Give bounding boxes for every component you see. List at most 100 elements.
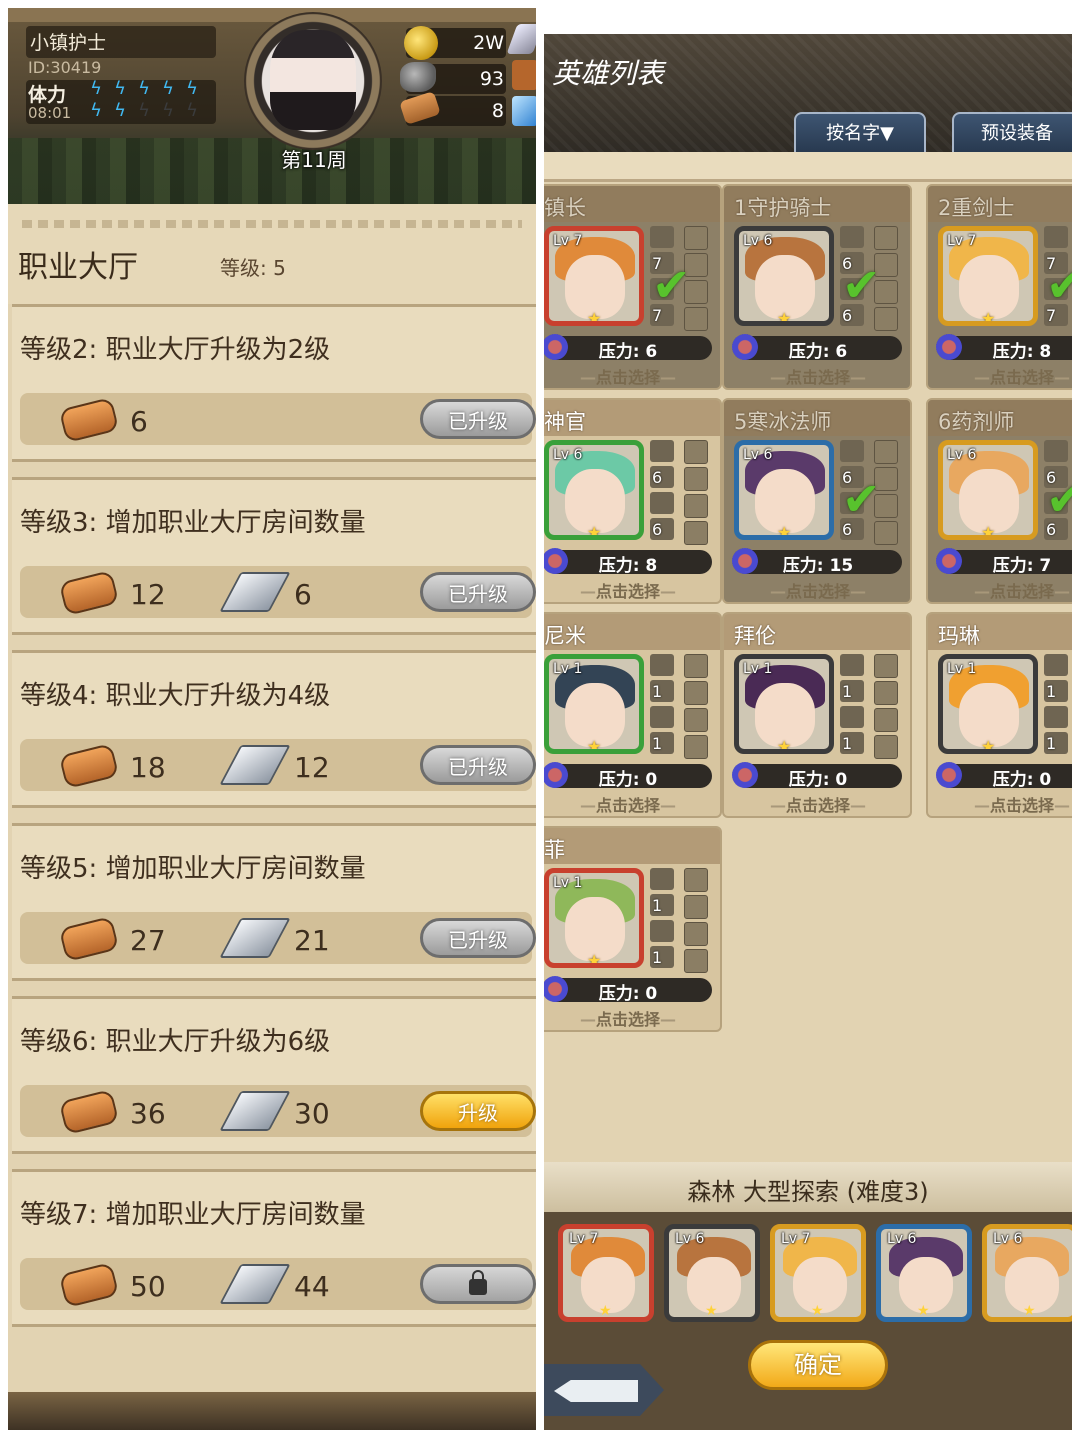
upgraded-button[interactable]: 已升级 bbox=[420, 745, 536, 785]
accessory-slot bbox=[684, 467, 708, 491]
upgraded-button[interactable]: 已升级 bbox=[420, 572, 536, 612]
armor-level: 1 bbox=[842, 734, 853, 753]
checkmark-icon: ✔ bbox=[842, 258, 881, 312]
star-icon: ★ bbox=[1023, 1303, 1036, 1319]
level-card: 等级4: 职业大厅升级为4级 18 12 已升级 bbox=[12, 650, 536, 808]
hero-card[interactable]: 尼米 Lv 1 ★ 1 1 压力: 0点击选择 bbox=[544, 612, 722, 818]
star-icon: ★ bbox=[587, 523, 602, 540]
upgraded-button[interactable]: 已升级 bbox=[420, 399, 536, 439]
select-hint: 点击选择 bbox=[938, 792, 1072, 816]
accessory-slot bbox=[684, 922, 708, 946]
upgrade-button[interactable]: 升级 bbox=[420, 1091, 536, 1131]
team-hero-slot[interactable]: Lv 6 ★ bbox=[664, 1224, 760, 1322]
equipment-slot bbox=[840, 440, 864, 462]
hero-list-title: 英雄列表 bbox=[552, 57, 665, 90]
equipment-slot bbox=[840, 706, 864, 728]
team-hero-slot[interactable]: Lv 7 ★ bbox=[770, 1224, 866, 1322]
hero-level: Lv 6 bbox=[947, 447, 977, 463]
stamina-bolt-icon: ϟ bbox=[90, 100, 102, 121]
wood-cost: 36 bbox=[130, 1097, 166, 1130]
accessory-slot bbox=[874, 735, 898, 759]
hero-name: 神官 bbox=[544, 410, 586, 434]
weapon-level: 6 bbox=[652, 468, 663, 487]
hall-title: 职业大厅 bbox=[18, 250, 138, 285]
sort-by-name-tab[interactable]: 按名字▼ bbox=[794, 112, 926, 154]
hero-name: 2重剑士 bbox=[938, 196, 1015, 220]
team-hero-slot[interactable]: Lv 6 ★ bbox=[876, 1224, 972, 1322]
hero-card[interactable]: 5寒冰法师Lv 6★66✔压力: 15点击选择 bbox=[722, 398, 912, 604]
accessory-column bbox=[874, 654, 900, 762]
upgraded-button[interactable]: 已升级 bbox=[420, 918, 536, 958]
team-hero-slot[interactable]: Lv 7 ★ bbox=[558, 1224, 654, 1322]
hero-card[interactable]: 玛琳 Lv 1 ★ 1 1 压力: 0点击选择 bbox=[926, 612, 1072, 818]
select-hint: 点击选择 bbox=[734, 364, 902, 388]
wood-cost: 6 bbox=[130, 405, 148, 438]
pressure-value: 压力: 7 bbox=[992, 556, 1052, 576]
armor-level: 6 bbox=[652, 520, 663, 539]
steel-cost: 30 bbox=[294, 1097, 330, 1130]
lock-icon bbox=[469, 1270, 487, 1295]
hero-name: 玛琳 bbox=[938, 624, 980, 648]
equipment-slot bbox=[650, 492, 674, 514]
divider bbox=[544, 152, 1072, 182]
pressure-value: 压力: 8 bbox=[598, 556, 658, 576]
wood-cost: 50 bbox=[130, 1270, 166, 1303]
avatar-portrait bbox=[270, 30, 356, 130]
hero-portrait: Lv 6 ★ bbox=[938, 440, 1038, 540]
stamina-label: 体力 bbox=[28, 84, 67, 106]
equipment-slot bbox=[650, 920, 674, 942]
hero-level: Lv 7 bbox=[947, 233, 977, 249]
accessory-slot bbox=[684, 654, 708, 678]
level-card: 等级3: 增加职业大厅房间数量 12 6 已升级 bbox=[12, 477, 536, 635]
stamina-bolt-icon: ϟ bbox=[114, 78, 126, 99]
accessory-slot bbox=[874, 681, 898, 705]
divider bbox=[22, 220, 522, 228]
hero-card[interactable]: 1守护骑士Lv 6★66✔压力: 6点击选择 bbox=[722, 184, 912, 390]
level-caption: 等级3: 增加职业大厅房间数量 bbox=[20, 508, 366, 538]
accessory-slot bbox=[874, 708, 898, 732]
confirm-button[interactable]: 确定 bbox=[748, 1340, 888, 1390]
accessory-slot bbox=[684, 494, 708, 518]
hero-level: Lv 1 bbox=[743, 661, 773, 677]
level-caption: 等级4: 职业大厅升级为4级 bbox=[20, 681, 331, 711]
hero-card[interactable]: 菲 Lv 1 ★ 1 1 压力: 0点击选择 bbox=[544, 826, 722, 1032]
hero-level: Lv 6 bbox=[553, 447, 583, 463]
hero-portrait: Lv 1 ★ bbox=[734, 654, 834, 754]
accessory-column bbox=[684, 440, 710, 548]
hero-card[interactable]: 2重剑士Lv 7★77✔压力: 8点击选择 bbox=[926, 184, 1072, 390]
steel-cost: 44 bbox=[294, 1270, 330, 1303]
team-hero-slot[interactable]: Lv 6 ★ bbox=[982, 1224, 1072, 1322]
hero-portrait: Lv 6 ★ bbox=[544, 440, 644, 540]
star-icon: ★ bbox=[917, 1303, 930, 1319]
hero-card[interactable]: 镇长Lv 7★77✔压力: 6点击选择 bbox=[544, 184, 722, 390]
pressure-value: 压力: 6 bbox=[598, 342, 658, 362]
locked-button[interactable] bbox=[420, 1264, 536, 1304]
equipment-slot bbox=[650, 868, 674, 890]
level-card: 等级7: 增加职业大厅房间数量 50 44 bbox=[12, 1169, 536, 1327]
accessory-slot bbox=[874, 440, 898, 464]
equipment-slot bbox=[650, 706, 674, 728]
hero-level: Lv 7 bbox=[553, 233, 583, 249]
wood-cost: 12 bbox=[130, 578, 166, 611]
accessory-column bbox=[684, 868, 710, 976]
level-card: 等级2: 职业大厅升级为2级 6 已升级 bbox=[12, 304, 536, 462]
accessory-slot bbox=[684, 521, 708, 545]
hero-name: 镇长 bbox=[544, 196, 586, 220]
equipment-slot bbox=[1044, 654, 1068, 676]
hero-card[interactable]: 6药剂师Lv 6★66✔压力: 7点击选择 bbox=[926, 398, 1072, 604]
hero-level: Lv 7 bbox=[569, 1231, 599, 1247]
preset-equipment-tab[interactable]: 预设装备 bbox=[952, 112, 1072, 154]
pressure-value: 压力: 8 bbox=[992, 342, 1052, 362]
checkmark-icon: ✔ bbox=[1046, 472, 1072, 526]
player-name: 小镇护士 bbox=[30, 32, 107, 54]
star-icon: ★ bbox=[777, 523, 792, 540]
hall-level: 等级: 5 bbox=[220, 256, 286, 280]
pressure-value: 压力: 0 bbox=[788, 770, 848, 790]
hero-level: Lv 6 bbox=[887, 1231, 917, 1247]
select-hint: 点击选择 bbox=[544, 364, 712, 388]
weapon-level: 1 bbox=[652, 682, 663, 701]
wood-value: 8 bbox=[491, 100, 504, 122]
hero-card[interactable]: 神官 Lv 6 ★ 6 6 压力: 8点击选择 bbox=[544, 398, 722, 604]
hero-card[interactable]: 拜伦 Lv 1 ★ 1 1 压力: 0点击选择 bbox=[722, 612, 912, 818]
hero-portrait: Lv 7 ★ bbox=[938, 226, 1038, 326]
